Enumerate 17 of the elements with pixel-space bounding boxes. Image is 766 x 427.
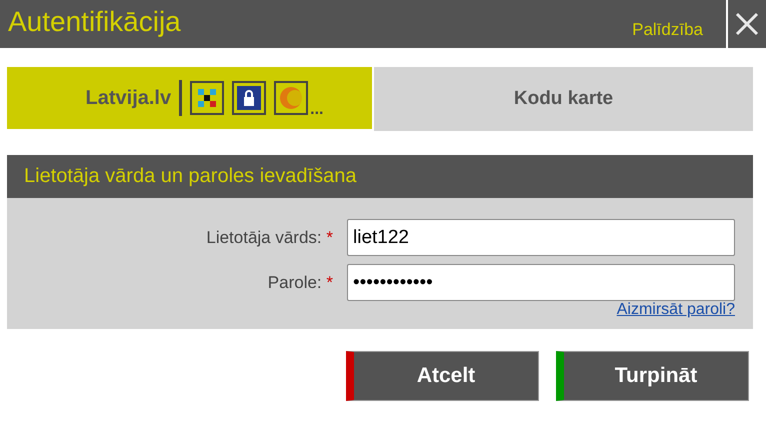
action-button[interactable]: Turpināt xyxy=(556,351,749,401)
more-text: ... xyxy=(310,101,324,119)
pixel-icon xyxy=(190,81,224,115)
field-label: Parole: * xyxy=(266,272,333,292)
forgot-password-link[interactable]: Aizmirsāt paroli? xyxy=(616,301,735,319)
input-field[interactable]: •••••••••••• xyxy=(347,264,735,301)
logo-text: Latvija.lv xyxy=(86,86,172,110)
action-button[interactable]: Atcelt xyxy=(346,351,539,401)
section-header: Lietotāja vārda un paroles ievadīšana xyxy=(7,155,753,198)
globe-icon xyxy=(274,81,308,115)
lock-icon xyxy=(232,81,266,115)
field-label: Lietotāja vārds: * xyxy=(205,228,333,248)
window-title: Autentifikācija xyxy=(7,5,182,39)
tab[interactable]: Latvija.lv ... xyxy=(7,67,374,131)
help-link[interactable]: Palīdzība xyxy=(632,20,726,48)
close-icon xyxy=(735,12,759,36)
input-field[interactable]: liet122 xyxy=(347,219,735,256)
